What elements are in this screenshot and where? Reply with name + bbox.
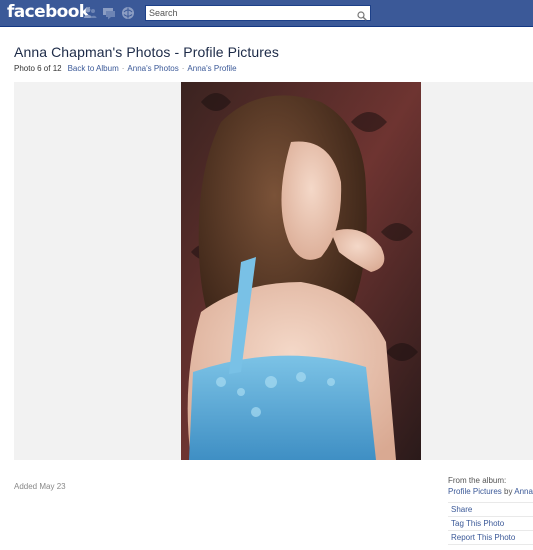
- messages-icon[interactable]: [102, 6, 116, 20]
- top-bar: facebook: [0, 0, 533, 27]
- search-input[interactable]: [146, 6, 355, 20]
- profile-photo[interactable]: [181, 82, 421, 460]
- report-photo-link[interactable]: Report This Photo: [448, 531, 533, 545]
- added-date: Added May 23: [14, 482, 66, 491]
- owner-profile-link[interactable]: Anna's Profile: [187, 64, 236, 73]
- back-to-album-link[interactable]: Back to Album: [68, 64, 119, 73]
- search-icon[interactable]: [357, 8, 367, 21]
- facebook-logo[interactable]: facebook: [7, 2, 90, 22]
- album-line: Profile Pictures by Anna: [448, 487, 533, 496]
- from-album-label: From the album:: [448, 476, 507, 485]
- album-owner-link[interactable]: Anna: [514, 487, 533, 496]
- by-label: by: [504, 487, 513, 496]
- album-link[interactable]: Profile Pictures: [448, 487, 502, 496]
- share-link[interactable]: Share: [448, 502, 533, 517]
- notifications-icon[interactable]: [121, 6, 135, 20]
- tag-photo-link[interactable]: Tag This Photo: [448, 517, 533, 531]
- search-box: [145, 5, 371, 21]
- photo-subnav: Photo 6 of 12 Back to Album · Anna's Photos…: [14, 64, 237, 73]
- photo-count: Photo 6 of 12: [14, 64, 62, 73]
- photo-actions: Share Tag This Photo Report This Photo: [448, 502, 533, 545]
- owner-photos-link[interactable]: Anna's Photos: [127, 64, 178, 73]
- page-title: Anna Chapman's Photos - Profile Pictures: [14, 44, 280, 60]
- photo-stage: [14, 82, 533, 460]
- friend-requests-icon[interactable]: [83, 6, 97, 20]
